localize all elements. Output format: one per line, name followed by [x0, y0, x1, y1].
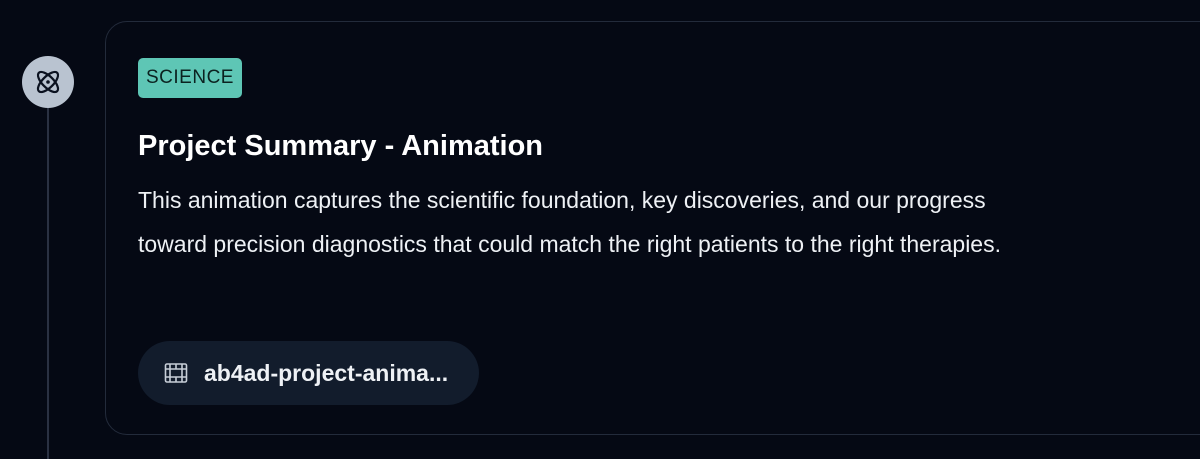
card-description: This animation captures the scientific f…: [138, 187, 1001, 257]
film-icon: [164, 362, 188, 384]
timeline-node: [22, 56, 74, 108]
card-title: Project Summary - Animation: [138, 130, 544, 162]
timeline-line: [47, 100, 49, 459]
attachment-chip[interactable]: ab4ad-project-anima...: [138, 341, 480, 405]
atom-icon: [32, 66, 64, 98]
category-badge: SCIENCE: [138, 58, 242, 98]
timeline-card: SCIENCE Project Summary - Animation This…: [105, 21, 1200, 435]
page: SCIENCE Project Summary - Animation This…: [0, 0, 1200, 459]
attachment-filename: ab4ad-project-anima...: [204, 359, 449, 386]
